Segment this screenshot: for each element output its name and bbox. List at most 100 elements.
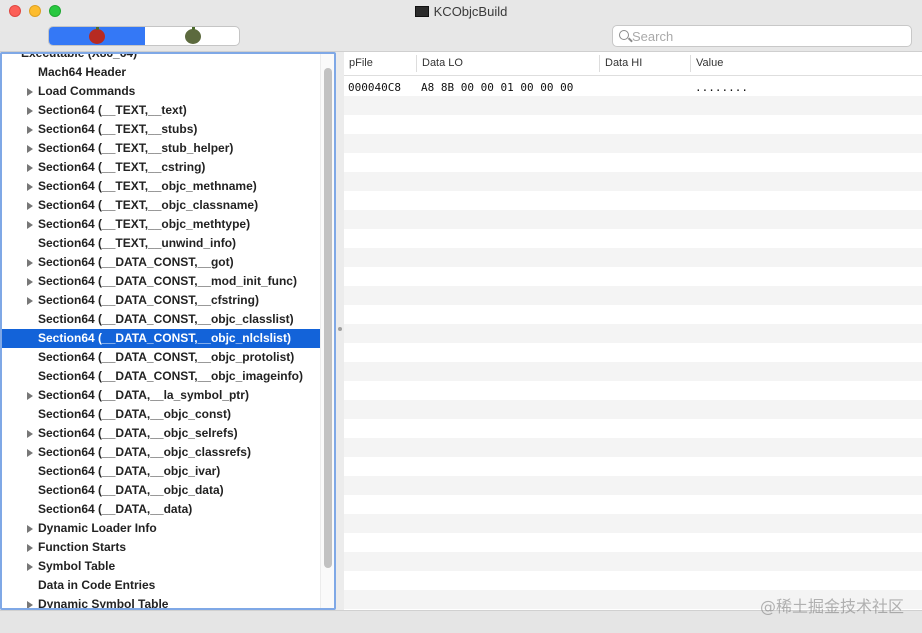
tree-item-label: Section64 (__TEXT,__objc_classname) [38, 198, 259, 212]
title-bar: KCObjcBuild [0, 0, 922, 24]
disclosure-open-icon[interactable] [13, 52, 21, 54]
disclosure-closed-icon[interactable] [27, 107, 33, 115]
disclosure-closed-icon[interactable] [27, 449, 33, 457]
disclosure-closed-icon[interactable] [27, 145, 33, 153]
search-icon [619, 30, 629, 40]
tree-item[interactable]: Section64 (__DATA_CONST,__objc_protolist… [2, 348, 320, 367]
table-row [344, 343, 922, 362]
disclosure-closed-icon[interactable] [27, 278, 33, 286]
table-row [344, 134, 922, 153]
tree-item-label: Section64 (__TEXT,__stubs) [38, 122, 198, 136]
tree-item[interactable]: Load Commands [2, 82, 320, 101]
tree-item-label: Section64 (__TEXT,__objc_methname) [38, 179, 257, 193]
disclosure-closed-icon[interactable] [27, 525, 33, 533]
tree-item[interactable]: Symbol Table [2, 557, 320, 576]
red-apple-icon [89, 27, 105, 44]
tree-item[interactable]: Section64 (__TEXT,__objc_methtype) [2, 215, 320, 234]
table-row [344, 153, 922, 172]
table-row [344, 115, 922, 134]
tree-item[interactable]: Section64 (__DATA,__objc_classrefs) [2, 443, 320, 462]
tree-item[interactable]: Section64 (__DATA_CONST,__mod_init_func) [2, 272, 320, 291]
tree-item[interactable]: Section64 (__DATA_CONST,__objc_imageinfo… [2, 367, 320, 386]
scrollbar-thumb[interactable] [324, 68, 332, 568]
tree-item[interactable]: Section64 (__TEXT,__cstring) [2, 158, 320, 177]
column-header-pfile[interactable]: pFile [349, 57, 373, 69]
disclosure-closed-icon[interactable] [27, 601, 33, 608]
tree-item[interactable]: Section64 (__TEXT,__stubs) [2, 120, 320, 139]
table-row [344, 267, 922, 286]
search-box [612, 25, 912, 47]
tree-item-label: Mach64 Header [38, 65, 127, 79]
table-row [344, 305, 922, 324]
split-view-divider[interactable] [336, 52, 344, 610]
table-row [344, 419, 922, 438]
tree-item[interactable]: Data in Code Entries [2, 576, 320, 595]
tree-item[interactable]: Section64 (__DATA,__objc_ivar) [2, 462, 320, 481]
table-cell-value: ........ [695, 81, 748, 94]
column-divider [599, 55, 600, 72]
tree-item[interactable]: Mach64 Header [2, 63, 320, 82]
tree-item-label: Section64 (__TEXT,__stub_helper) [38, 141, 234, 155]
tree-item[interactable]: Dynamic Symbol Table [2, 595, 320, 610]
tree-item[interactable]: Executable (X86_64) [2, 52, 320, 63]
tree-item[interactable]: Section64 (__TEXT,__unwind_info) [2, 234, 320, 253]
search-input[interactable] [632, 28, 902, 44]
tree-item-label: Function Starts [38, 540, 127, 554]
tree-item[interactable]: Section64 (__DATA,__objc_data) [2, 481, 320, 500]
structure-tree: Executable (X86_64) Mach64 Header Load Com… [0, 52, 336, 610]
disclosure-closed-icon[interactable] [27, 259, 33, 267]
table-row [344, 457, 922, 476]
disclosure-closed-icon[interactable] [27, 126, 33, 134]
table-row [344, 191, 922, 210]
disclosure-closed-icon[interactable] [27, 430, 33, 438]
column-header-data-lo[interactable]: Data LO [422, 57, 463, 69]
data-table: pFile Data LO Data HI Value 000040C8 A8 8… [344, 52, 922, 610]
tree-item-label: Section64 (__DATA_CONST,__objc_classlist… [38, 312, 294, 326]
column-header-data-hi[interactable]: Data HI [605, 57, 642, 69]
tree-item[interactable]: Section64 (__DATA,__objc_const) [2, 405, 320, 424]
table-row [344, 476, 922, 495]
tree-item-label: Section64 (__DATA_CONST,__objc_imageinfo… [38, 369, 303, 383]
tree-item[interactable]: Section64 (__DATA,__data) [2, 500, 320, 519]
terminal-icon [414, 6, 429, 17]
tree-item[interactable]: Section64 (__DATA_CONST,__got) [2, 253, 320, 272]
disclosure-closed-icon[interactable] [27, 221, 33, 229]
tree-item-label: Section64 (__TEXT,__text) [38, 103, 187, 117]
table-row [344, 362, 922, 381]
tree-item[interactable]: Section64 (__TEXT,__objc_methname) [2, 177, 320, 196]
tree-item[interactable]: Section64 (__DATA_CONST,__objc_classlist… [2, 310, 320, 329]
tree-item[interactable]: Function Starts [2, 538, 320, 557]
tree-item[interactable]: Section64 (__DATA_CONST,__cfstring) [2, 291, 320, 310]
toolbar [0, 24, 922, 52]
disclosure-closed-icon[interactable] [27, 164, 33, 172]
disclosure-closed-icon[interactable] [27, 202, 33, 210]
table-row [344, 324, 922, 343]
tree-item[interactable]: Section64 (__TEXT,__text) [2, 101, 320, 120]
column-header-value[interactable]: Value [696, 57, 723, 69]
disclosure-closed-icon[interactable] [27, 183, 33, 191]
tree-item-label: Symbol Table [38, 559, 116, 573]
disclosure-closed-icon[interactable] [27, 88, 33, 96]
tree-item-label: Data in Code Entries [38, 578, 156, 592]
table-cell-data-lo: A8 8B 00 00 01 00 00 00 [421, 81, 574, 94]
tree-item[interactable]: Section64 (__TEXT,__stub_helper) [2, 139, 320, 158]
raw-view-button[interactable] [49, 27, 145, 45]
tree-item[interactable]: Dynamic Loader Info [2, 519, 320, 538]
table-row [344, 514, 922, 533]
tree-item[interactable]: Section64 (__DATA,__objc_selrefs) [2, 424, 320, 443]
table-row [344, 495, 922, 514]
tree-item[interactable]: Section64 (__DATA_CONST,__objc_nlclslist… [2, 329, 320, 348]
tree-item[interactable]: Section64 (__DATA,__la_symbol_ptr) [2, 386, 320, 405]
tree-item[interactable]: Section64 (__TEXT,__objc_classname) [2, 196, 320, 215]
rva-view-button[interactable] [145, 27, 239, 45]
tree-item-label: Dynamic Symbol Table [38, 597, 169, 610]
tree-item-label: Section64 (__DATA,__objc_ivar) [38, 464, 221, 478]
disclosure-closed-icon[interactable] [27, 544, 33, 552]
tree-item-label: Section64 (__TEXT,__unwind_info) [38, 236, 237, 250]
tree-item-label: Executable (X86_64) [21, 52, 138, 60]
disclosure-closed-icon[interactable] [27, 297, 33, 305]
tree-item-label: Section64 (__DATA_CONST,__cfstring) [38, 293, 259, 307]
disclosure-closed-icon[interactable] [27, 563, 33, 571]
view-segmented-control [48, 26, 240, 46]
disclosure-closed-icon[interactable] [27, 392, 33, 400]
